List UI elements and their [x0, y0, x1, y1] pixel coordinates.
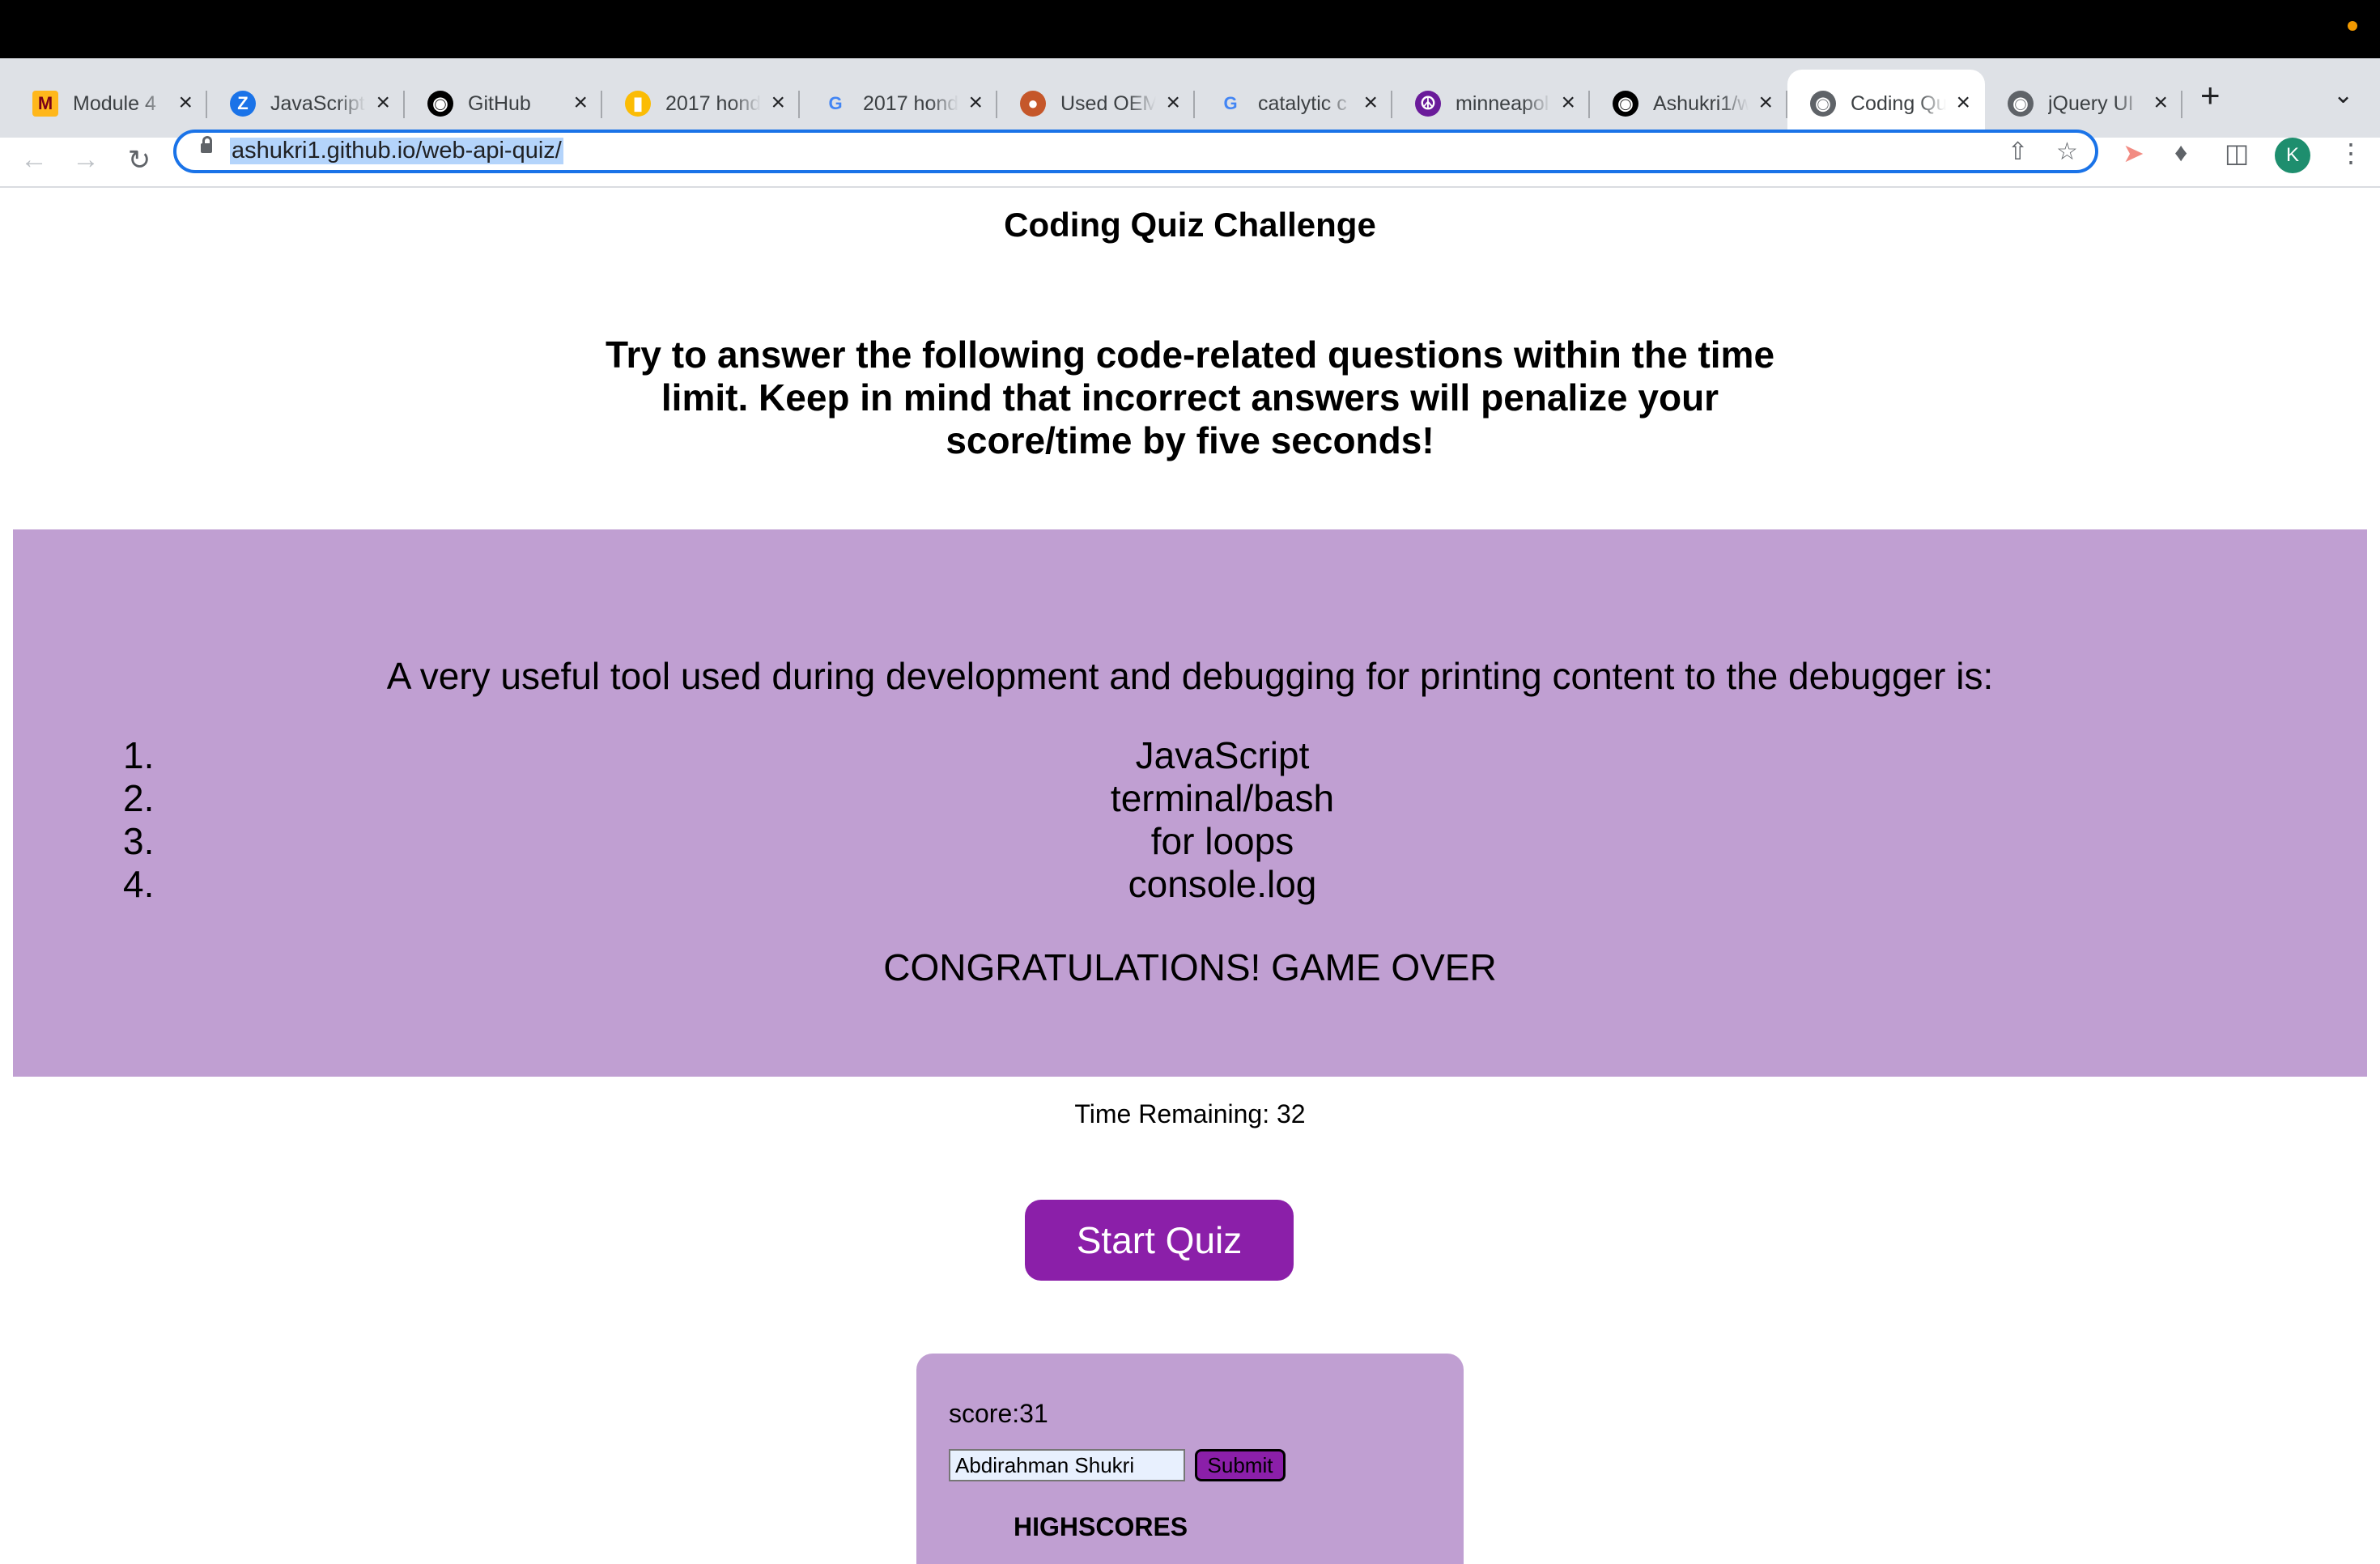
z-logo-icon: Z	[230, 91, 256, 117]
time-remaining: Time Remaining: 32	[1074, 1099, 1306, 1128]
tab-9[interactable]: ◉ Coding Qu ×	[1787, 70, 1985, 138]
browser-toolbar: ← → ↻ ashukri1.github.io/web-api-quiz/ ⇧…	[0, 130, 2380, 188]
page-content: Coding Quiz Challenge Try to answer the …	[0, 188, 2380, 1564]
close-icon[interactable]: ×	[376, 91, 390, 115]
github-icon: ◉	[1613, 91, 1638, 117]
url-text[interactable]: ashukri1.github.io/web-api-quiz/	[230, 138, 563, 164]
choice-item[interactable]: 2. terminal/bash	[13, 776, 2367, 819]
tab-title: Ashukri1/w	[1653, 91, 1749, 115]
address-bar[interactable]: ashukri1.github.io/web-api-quiz/ ⇧ ☆	[173, 130, 2098, 173]
tab-title: Coding Qu	[1851, 91, 1946, 115]
start-quiz-button[interactable]: Start Quiz	[1025, 1200, 1294, 1281]
tab-title: jQuery UI	[2048, 91, 2134, 115]
tab-strip: M Module 4 × Z JavaScript × ◉ GitHub × ▮ 2017 hond…	[0, 58, 2380, 138]
close-icon[interactable]: ×	[1561, 91, 1575, 115]
tab-6[interactable]: Gcatalytic c ×	[1195, 70, 1392, 138]
highscores-heading: HIGHSCORES	[1014, 1512, 1188, 1541]
bookmark-star-icon[interactable]: ☆	[2056, 138, 2078, 166]
tab-title: Module 4	[73, 91, 156, 115]
new-tab-button[interactable]: +	[2200, 79, 2221, 113]
tab-title: Used OEM	[1060, 91, 1156, 115]
university-logo-icon: M	[32, 91, 58, 117]
choice-list: 1. JavaScript 2. terminal/bash 3. for lo…	[13, 733, 2367, 905]
close-icon[interactable]: ×	[178, 91, 193, 115]
close-icon[interactable]: ×	[968, 91, 983, 115]
shopping-bag-icon: ▮	[625, 91, 651, 117]
tab-title: 2017 hond	[863, 91, 958, 115]
forward-arrow-icon[interactable]: →	[68, 144, 104, 176]
github-icon: ◉	[427, 91, 453, 117]
choice-item[interactable]: 3. for loops	[13, 819, 2367, 862]
submit-button[interactable]: Submit	[1195, 1449, 1286, 1481]
game-over-message: CONGRATULATIONS! GAME OVER	[883, 946, 1497, 988]
score-text: score:31	[949, 1399, 1048, 1428]
tab-title: minneapol	[1456, 91, 1549, 115]
extensions-puzzle-icon[interactable]: ♦	[2174, 138, 2187, 168]
globe-icon: ◉	[1810, 91, 1836, 117]
tab-3[interactable]: ▮ 2017 hond ×	[602, 70, 800, 138]
tab-search-chevron-icon[interactable]: ⌄	[2333, 81, 2353, 109]
choice-text[interactable]: console.log	[13, 862, 2380, 906]
close-icon[interactable]: ×	[771, 91, 785, 115]
tab-title: JavaScript	[270, 91, 365, 115]
globe-icon: ◉	[2008, 91, 2034, 117]
score-panel: score:31 Submit HIGHSCORES	[916, 1354, 1464, 1564]
tab-2[interactable]: ◉ GitHub ×	[405, 70, 602, 138]
tab-title: GitHub	[468, 91, 531, 115]
choice-item[interactable]: 1. JavaScript	[13, 733, 2367, 776]
tab-10[interactable]: ◉ jQuery UI ×	[1985, 70, 2182, 138]
tab-7[interactable]: ☮ minneapol ×	[1392, 70, 1590, 138]
initials-input[interactable]	[949, 1449, 1185, 1481]
choice-text[interactable]: for loops	[13, 819, 2380, 863]
close-icon[interactable]: ×	[1758, 91, 1773, 115]
reload-icon[interactable]: ↻	[121, 144, 157, 176]
tab-4[interactable]: G 2017 hond ×	[800, 70, 997, 138]
tab-title: catalytic c	[1258, 91, 1347, 115]
window-top-bar	[0, 0, 2380, 58]
tab-separator	[2181, 91, 2182, 118]
choice-text[interactable]: terminal/bash	[13, 776, 2380, 820]
lock-icon[interactable]	[201, 136, 212, 153]
parts-store-icon: ●	[1020, 91, 1046, 117]
close-icon[interactable]: ×	[1166, 91, 1180, 115]
close-icon[interactable]: ×	[2153, 91, 2168, 115]
tab-title: 2017 hond	[665, 91, 761, 115]
question-text: A very useful tool used during developme…	[386, 655, 1994, 697]
tab-0[interactable]: M Module 4 ×	[10, 70, 207, 138]
notification-dot	[2348, 21, 2357, 31]
choice-text[interactable]: JavaScript	[13, 733, 2380, 777]
side-panel-icon[interactable]: ◫	[2225, 138, 2249, 168]
close-icon[interactable]: ×	[1363, 91, 1378, 115]
back-arrow-icon[interactable]: ←	[16, 144, 52, 176]
more-menu-icon[interactable]: ⋮	[2338, 138, 2364, 168]
tab-5[interactable]: ● Used OEM ×	[997, 70, 1195, 138]
tab-1[interactable]: Z JavaScript ×	[207, 70, 405, 138]
google-icon: G	[828, 93, 843, 113]
tab-8[interactable]: ◉ Ashukri1/w ×	[1590, 70, 1787, 138]
choice-item[interactable]: 4. console.log	[13, 862, 2367, 905]
quiz-panel: A very useful tool used during developme…	[13, 529, 2367, 1077]
extension-cast-icon[interactable]: ➤	[2123, 138, 2144, 168]
intro-text: Try to answer the following code-related…	[605, 334, 1775, 461]
profile-avatar[interactable]: K	[2275, 138, 2310, 173]
google-icon: G	[1223, 93, 1238, 113]
share-icon[interactable]: ⇧	[2008, 138, 2028, 166]
close-icon[interactable]: ×	[573, 91, 588, 115]
page-title: Coding Quiz Challenge	[1004, 206, 1376, 244]
peace-sign-icon: ☮	[1415, 91, 1441, 117]
close-icon[interactable]: ×	[1956, 91, 1970, 115]
